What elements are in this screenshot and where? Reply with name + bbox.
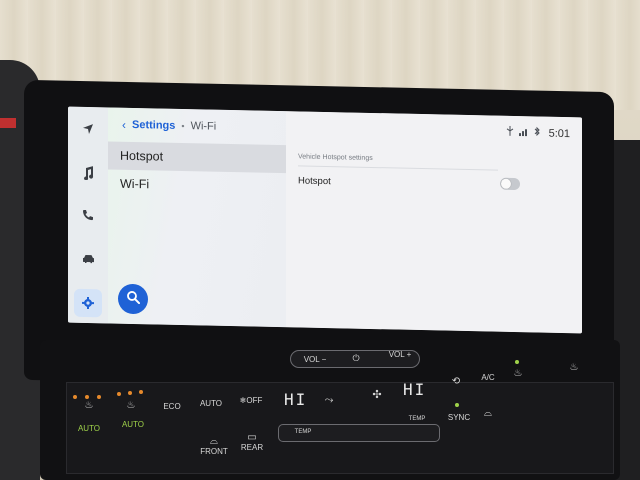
bluetooth-icon [534, 126, 540, 139]
rear-defrost-label: REAR [240, 443, 264, 452]
navigation-icon[interactable] [76, 117, 100, 142]
breadcrumb: ‹ Settings • Wi-Fi [122, 118, 216, 134]
seat-heat-level-indicator [85, 395, 89, 399]
music-icon[interactable] [76, 161, 100, 186]
seat-heat-level-indicator [128, 391, 132, 395]
infotainment-screen: ‹ Settings • Wi-Fi Hotspot Wi-Fi 5:01 Ve… [68, 106, 582, 334]
hotspot-label: Hotspot [298, 175, 331, 188]
climate-off-button[interactable]: ❄OFF [236, 396, 266, 405]
left-temperature-display: HI [284, 390, 308, 409]
breadcrumb-current: Wi-Fi [190, 120, 217, 133]
list-item-wifi[interactable]: Wi-Fi [108, 169, 286, 201]
hotspot-detail-pane: 5:01 Vehicle Hotspot settings Hotspot [286, 111, 582, 334]
volume-up-button[interactable]: VOL + [385, 350, 415, 359]
clock: 5:01 [548, 127, 570, 140]
seat-left-auto-label: AUTO [77, 424, 101, 433]
seat-heater-left-icon[interactable]: ♨ [80, 400, 98, 411]
breadcrumb-separator: • [181, 120, 185, 132]
seat-heat-level-indicator [73, 395, 77, 399]
front-defrost-button[interactable]: ⌓ FRONT [200, 436, 228, 456]
car-icon[interactable] [76, 247, 100, 272]
seat-heat-level-indicator [117, 392, 121, 396]
seat-heater-right-icon[interactable]: ♨ [122, 400, 140, 411]
power-icon[interactable]: ⏻ [350, 353, 362, 364]
back-chevron-icon[interactable]: ‹ [122, 118, 126, 132]
signal-icon [518, 127, 529, 139]
airflow-mode-icon[interactable]: ⤳ [320, 394, 338, 407]
eco-button[interactable]: ECO [158, 402, 186, 411]
right-temperature-display: HI [403, 380, 427, 399]
seat-right-auto-label: AUTO [121, 420, 145, 429]
usb-icon [506, 125, 514, 139]
temp-left-rocker[interactable]: TEMP [288, 429, 318, 435]
recirculation-icon[interactable]: ⟲ [446, 376, 466, 387]
section-title: Vehicle Hotspot settings [298, 153, 373, 162]
front-defrost-label: FRONT [200, 447, 228, 456]
section-divider [298, 165, 498, 171]
rear-climate-indicator [515, 360, 519, 364]
list-item-label: Hotspot [120, 148, 164, 164]
list-item-hotspot[interactable]: Hotspot [108, 141, 286, 174]
volume-down-button[interactable]: VOL − [300, 355, 330, 364]
rear-defrost-icon: ▭ [247, 432, 257, 443]
temp-right-rocker[interactable]: TEMP [402, 416, 432, 422]
phone-icon[interactable] [76, 203, 100, 228]
seat-heat-level-indicator [97, 395, 101, 399]
sync-indicator [455, 403, 459, 407]
search-icon [126, 289, 140, 308]
sync-button[interactable]: SYNC [446, 413, 472, 422]
defrost-icon[interactable]: ⌓ [480, 408, 496, 419]
rear-defrost-button[interactable]: ▭ REAR [238, 432, 266, 452]
settings-list-pane: ‹ Settings • Wi-Fi Hotspot Wi-Fi [108, 107, 286, 328]
ac-button[interactable]: A/C [478, 373, 498, 382]
auto-climate-button[interactable]: AUTO [196, 399, 226, 408]
list-item-label: Wi-Fi [120, 176, 150, 192]
seat-ventilation-icon[interactable]: ♨ [565, 362, 583, 373]
toggle-knob [501, 178, 511, 189]
fan-speed-icon[interactable]: ✣ [368, 388, 386, 401]
settings-icon[interactable] [74, 288, 102, 318]
search-button[interactable] [118, 283, 148, 315]
dashboard-warning-light [0, 118, 16, 128]
seat-heat-level-indicator [139, 390, 143, 394]
hotspot-toggle[interactable] [500, 177, 520, 191]
status-bar: 5:01 [506, 125, 570, 140]
rear-seat-heat-icon[interactable]: ♨ [508, 368, 528, 379]
front-defrost-icon: ⌓ [210, 436, 218, 447]
nav-rail [68, 106, 108, 324]
breadcrumb-settings-link[interactable]: Settings [132, 119, 175, 132]
